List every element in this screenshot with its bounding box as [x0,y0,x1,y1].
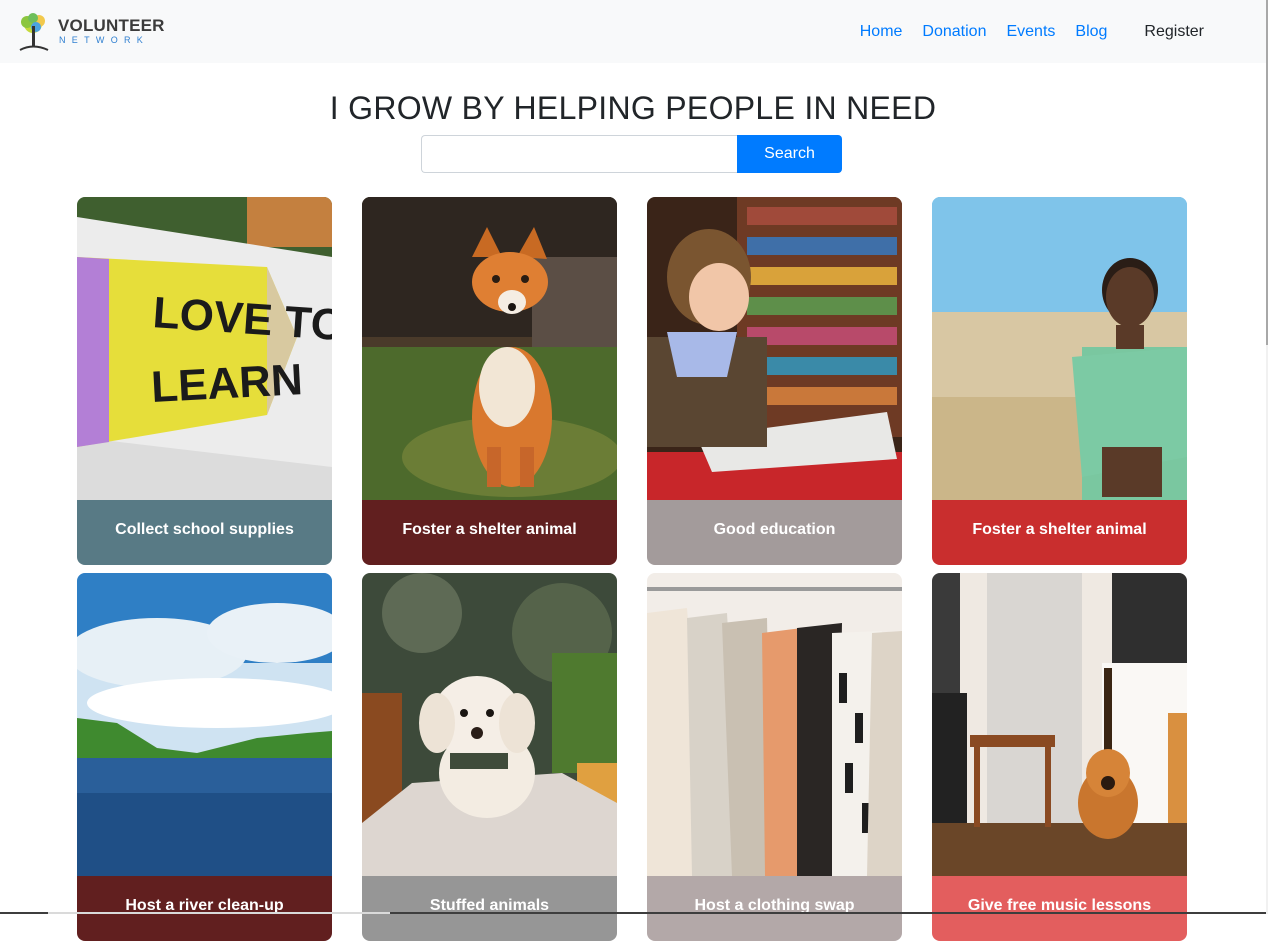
nav-register[interactable]: Register [1144,21,1204,43]
event-card-foster-animal[interactable]: Foster a shelter animal [362,197,617,565]
event-card-river-cleanup[interactable]: Host a river clean-up [77,573,332,941]
search-bar: Search [421,135,842,173]
card-label: Foster a shelter animal [932,500,1187,565]
nav-events[interactable]: Events [1006,21,1055,43]
card-label: Give free music lessons [932,876,1187,941]
card-label: Collect school supplies [77,500,332,565]
nav-blog[interactable]: Blog [1075,21,1107,43]
page-title: I GROW BY HELPING PEOPLE IN NEED [329,90,937,126]
event-card-foster-animal-2[interactable]: Foster a shelter animal [932,197,1187,565]
card-image-clothes-rack [647,573,902,876]
tree-icon [19,13,49,51]
search-input[interactable] [421,135,737,173]
brand-name: VOLUNTEER [58,16,165,35]
card-label: Host a clothing swap [647,876,902,941]
card-image-river [77,573,332,876]
navbar: VOLUNTEER NETWORK Home Donation Events B… [0,0,1266,63]
card-image-guitar-room [932,573,1187,876]
brand-subtitle: NETWORK [59,35,150,45]
card-image-boy-library [647,197,902,500]
event-card-school-supplies[interactable]: LOVE TO LEARN Collect school supplies [77,197,332,565]
card-image-fox [362,197,617,500]
nav-home[interactable]: Home [860,21,903,43]
event-card-music-lessons[interactable]: Give free music lessons [932,573,1187,941]
svg-text:LEARN: LEARN [150,355,304,412]
brand-logo[interactable]: VOLUNTEER NETWORK [16,12,164,52]
search-button[interactable]: Search [737,135,842,173]
event-card-stuffed-animals[interactable]: Stuffed animals [362,573,617,941]
card-image-love-to-learn: LOVE TO LEARN [77,197,332,500]
nav-links: Home Donation Events Blog Register [840,21,1204,43]
card-image-poodle [362,573,617,876]
card-label: Good education [647,500,902,565]
card-image-child-field [932,197,1187,500]
card-label: Host a river clean-up [77,876,332,941]
card-label: Foster a shelter animal [362,500,617,565]
event-card-clothing-swap[interactable]: Host a clothing swap [647,573,902,941]
event-card-good-education[interactable]: Good education [647,197,902,565]
card-label: Stuffed animals [362,876,617,941]
nav-donation[interactable]: Donation [922,21,986,43]
